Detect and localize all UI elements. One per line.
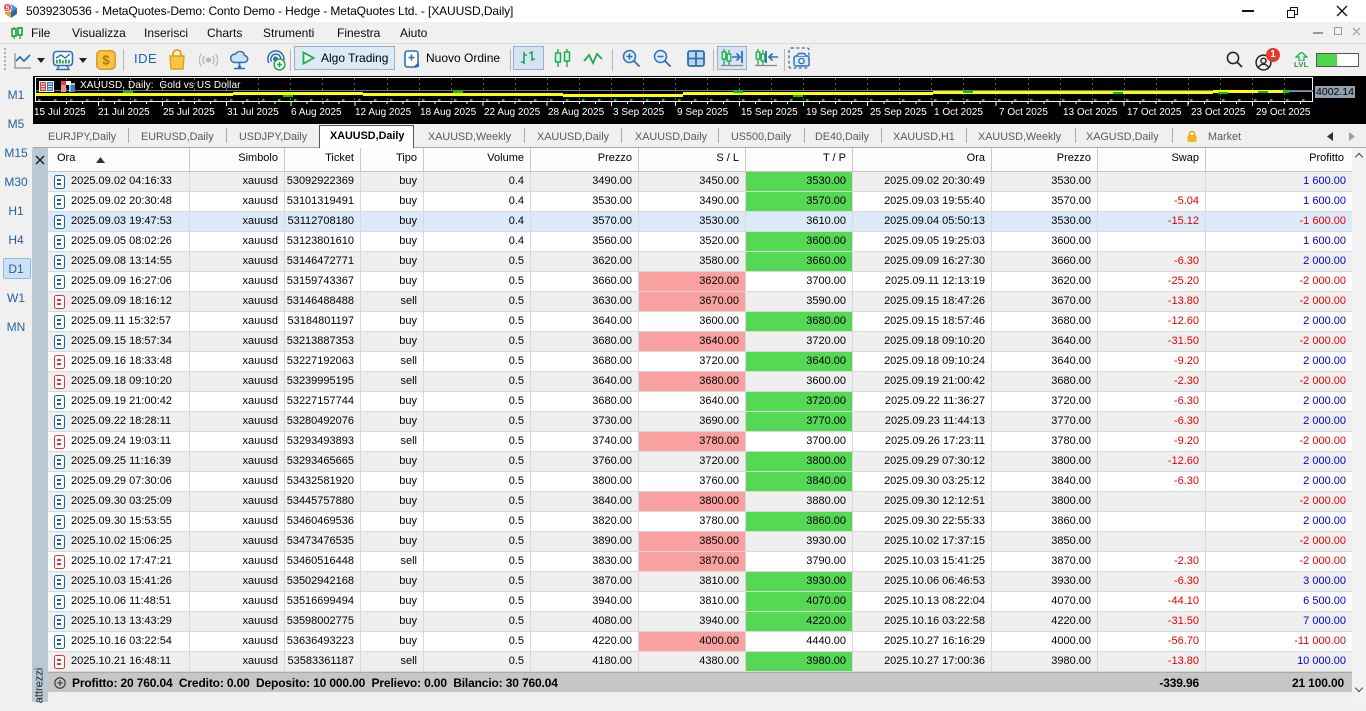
svg-text:$: $: [102, 53, 110, 68]
svg-text:5: 5: [6, 5, 10, 12]
